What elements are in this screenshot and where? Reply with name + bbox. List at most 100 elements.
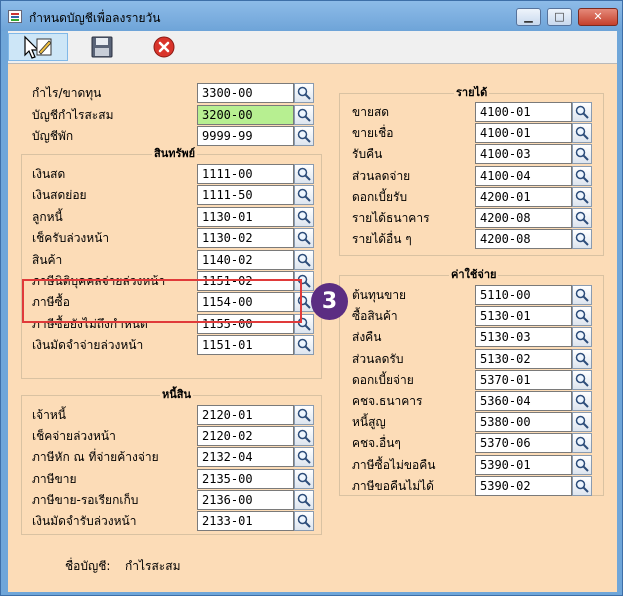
toolbar [8, 31, 617, 64]
assets-lookup-button[interactable] [294, 207, 314, 227]
liabilities-lookup-button[interactable] [294, 426, 314, 446]
assets-lookup-button[interactable] [294, 335, 314, 355]
assets-lookup-button[interactable] [294, 228, 314, 248]
expenses-account-code-field[interactable]: 5390-01 [475, 455, 572, 475]
assets-account-code-field[interactable]: 1111-00 [197, 164, 294, 184]
assets-row-label: สินค้า [32, 253, 63, 267]
income-lookup-button[interactable] [572, 208, 592, 228]
liabilities-account-code-field[interactable]: 2132-04 [197, 447, 294, 467]
liabilities-row-label: ภาษีหัก ณ ที่จ่ายค้างจ่าย [32, 450, 159, 464]
magnifier-icon [575, 288, 589, 302]
liabilities-lookup-button[interactable] [294, 469, 314, 489]
liabilities-lookup-button[interactable] [294, 447, 314, 467]
income-lookup-button[interactable] [572, 123, 592, 143]
expenses-lookup-button[interactable] [572, 412, 592, 432]
income-account-code-field[interactable]: 4200-08 [475, 229, 572, 249]
income-row-label: รายได้อื่น ๆ [352, 232, 412, 246]
expenses-account-code-field[interactable]: 5370-01 [475, 370, 572, 390]
assets-lookup-button[interactable] [294, 250, 314, 270]
income-account-code-field[interactable]: 4200-01 [475, 187, 572, 207]
edit-button[interactable] [8, 33, 68, 61]
income-account-code-field[interactable]: 4100-03 [475, 144, 572, 164]
app-icon [8, 10, 22, 23]
top-row-label: กำไร/ขาดทุน [32, 86, 102, 100]
expenses-account-code-field[interactable]: 5390-02 [475, 476, 572, 496]
save-button[interactable] [71, 33, 131, 61]
close-window-button[interactable]: ✕ [578, 8, 618, 26]
liabilities-lookup-button[interactable] [294, 405, 314, 425]
income-lookup-button[interactable] [572, 144, 592, 164]
liabilities-account-code-field[interactable]: 2120-01 [197, 405, 294, 425]
top-account-code-field[interactable]: 9999-99 [197, 126, 294, 146]
magnifier-icon [297, 450, 311, 464]
expenses-account-code-field[interactable]: 5370-06 [475, 433, 572, 453]
income-account-code-field[interactable]: 4100-01 [475, 102, 572, 122]
liabilities-account-code-field[interactable]: 2120-02 [197, 426, 294, 446]
expenses-account-code-field[interactable]: 5130-03 [475, 327, 572, 347]
expenses-lookup-button[interactable] [572, 455, 592, 475]
assets-account-code-field[interactable]: 1130-02 [197, 228, 294, 248]
expenses-lookup-button[interactable] [572, 433, 592, 453]
form-area: สินทรัพย์ หนี้สิน รายได้ ค่าใช้จ่าย กำไร… [8, 64, 617, 592]
expenses-row-label: หนี้สูญ [352, 415, 386, 429]
expenses-lookup-button[interactable] [572, 370, 592, 390]
expenses-account-code-field[interactable]: 5380-00 [475, 412, 572, 432]
assets-account-code-field[interactable]: 1140-02 [197, 250, 294, 270]
income-lookup-button[interactable] [572, 187, 592, 207]
expenses-account-code-field[interactable]: 5130-02 [475, 349, 572, 369]
liabilities-lookup-button[interactable] [294, 511, 314, 531]
liabilities-row-label: เงินมัดจำรับล่วงหน้า [32, 514, 137, 528]
magnifier-icon [297, 408, 311, 422]
expenses-lookup-button[interactable] [572, 391, 592, 411]
cancel-button[interactable] [134, 33, 194, 61]
income-lookup-button[interactable] [572, 102, 592, 122]
expenses-lookup-button[interactable] [572, 327, 592, 347]
income-row-label: รายได้ธนาคาร [352, 211, 430, 225]
assets-account-code-field[interactable]: 1130-01 [197, 207, 294, 227]
expenses-lookup-button[interactable] [572, 285, 592, 305]
income-account-code-field[interactable]: 4100-01 [475, 123, 572, 143]
liabilities-account-code-field[interactable]: 2136-00 [197, 490, 294, 510]
expenses-account-code-field[interactable]: 5360-04 [475, 391, 572, 411]
expenses-row-label: ซื้อสินค้า [352, 309, 398, 323]
expenses-account-code-field[interactable]: 5130-01 [475, 306, 572, 326]
magnifier-icon [575, 458, 589, 472]
minimize-button[interactable]: ▁ [516, 8, 541, 26]
assets-account-code-field[interactable]: 1151-01 [197, 335, 294, 355]
assets-account-code-field[interactable]: 1111-50 [197, 185, 294, 205]
liabilities-account-code-field[interactable]: 2133-01 [197, 511, 294, 531]
magnifier-icon [575, 330, 589, 344]
magnifier-icon [297, 167, 311, 181]
expenses-lookup-button[interactable] [572, 306, 592, 326]
income-row-label: ดอกเบี้ยรับ [352, 190, 408, 204]
maximize-button[interactable]: □ [547, 8, 572, 26]
top-account-code-field[interactable]: 3300-00 [197, 83, 294, 103]
magnifier-icon [297, 86, 311, 100]
income-account-code-field[interactable]: 4100-04 [475, 166, 572, 186]
magnifier-icon [575, 169, 589, 183]
top-account-code-field[interactable]: 3200-00 [197, 105, 294, 125]
liabilities-lookup-button[interactable] [294, 490, 314, 510]
income-lookup-button[interactable] [572, 166, 592, 186]
cancel-x-icon [153, 36, 175, 58]
expenses-lookup-button[interactable] [572, 476, 592, 496]
expenses-row-label: ดอกเบี้ยจ่าย [352, 373, 414, 387]
magnifier-icon [575, 415, 589, 429]
magnifier-icon [297, 493, 311, 507]
top-lookup-button[interactable] [294, 83, 314, 103]
liabilities-row-label: ภาษีขาย-รอเรียกเก็บ [32, 493, 139, 507]
liabilities-account-code-field[interactable]: 2135-00 [197, 469, 294, 489]
top-lookup-button[interactable] [294, 105, 314, 125]
top-lookup-button[interactable] [294, 126, 314, 146]
assets-row-label: เช็ครับล่วงหน้า [32, 231, 110, 245]
assets-lookup-button[interactable] [294, 164, 314, 184]
assets-lookup-button[interactable] [294, 185, 314, 205]
expenses-lookup-button[interactable] [572, 349, 592, 369]
liabilities-row-label: ภาษีขาย [32, 472, 77, 486]
magnifier-icon [575, 352, 589, 366]
expenses-account-code-field[interactable]: 5110-00 [475, 285, 572, 305]
assets-row-label: เงินสด [32, 167, 66, 181]
income-account-code-field[interactable]: 4200-08 [475, 208, 572, 228]
liabilities-row-label: เช็คจ่ายล่วงหน้า [32, 429, 116, 443]
income-lookup-button[interactable] [572, 229, 592, 249]
